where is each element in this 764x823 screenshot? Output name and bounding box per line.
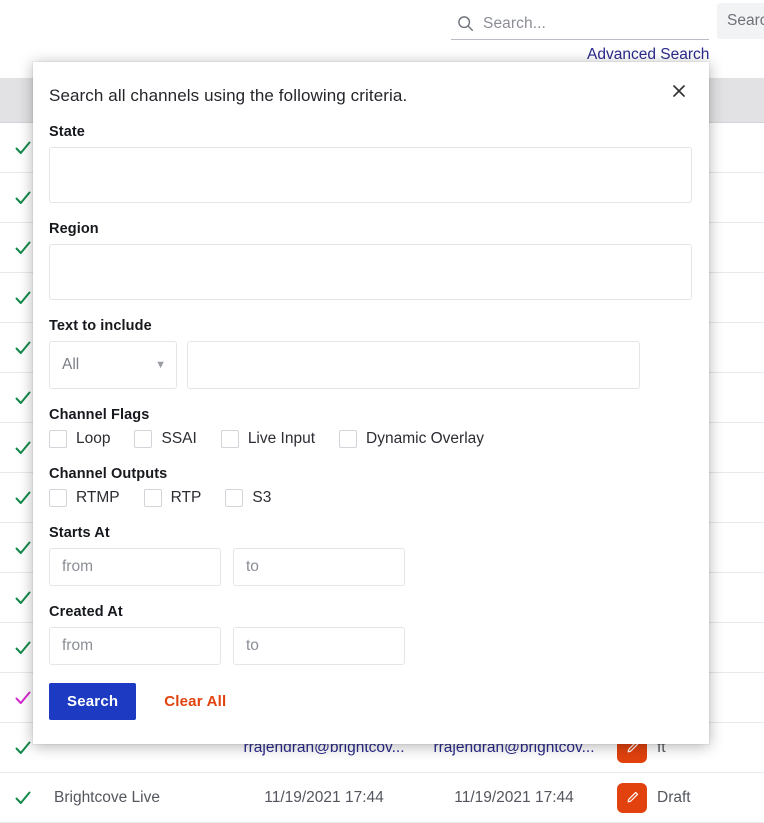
checkbox-icon[interactable] bbox=[221, 430, 239, 448]
checkbox-icon[interactable] bbox=[134, 430, 152, 448]
search-icon bbox=[457, 15, 474, 32]
row-updated-by: 11/19/2021 17:44 bbox=[229, 789, 419, 807]
close-icon[interactable] bbox=[669, 80, 691, 102]
check-green-icon[interactable] bbox=[0, 788, 46, 808]
checkbox-label: Dynamic Overlay bbox=[366, 430, 484, 448]
checkbox-label: Loop bbox=[76, 430, 110, 448]
search-input-placeholder[interactable]: Search... bbox=[483, 15, 546, 33]
region-label: Region bbox=[49, 221, 685, 237]
checkbox-icon[interactable] bbox=[49, 430, 67, 448]
checkbox-icon[interactable] bbox=[339, 430, 357, 448]
text-to-include-label: Text to include bbox=[49, 318, 685, 334]
modal-actions: Search Clear All bbox=[49, 683, 685, 720]
row-state-cell: Draft bbox=[609, 783, 764, 813]
starts-at-from-input[interactable] bbox=[49, 548, 221, 586]
text-to-include-select[interactable]: All ▼ bbox=[49, 341, 177, 389]
modal-clear-all-button[interactable]: Clear All bbox=[158, 692, 232, 711]
flag-dynamic-overlay[interactable]: Dynamic Overlay bbox=[339, 430, 484, 448]
search-submit-button[interactable]: Search bbox=[717, 3, 764, 39]
output-rtmp[interactable]: RTMP bbox=[49, 489, 120, 507]
text-to-include-select-value: All bbox=[62, 356, 79, 374]
flag-live-input[interactable]: Live Input bbox=[221, 430, 315, 448]
search-field[interactable]: Search... bbox=[451, 8, 709, 40]
checkbox-label: Live Input bbox=[248, 430, 315, 448]
checkbox-icon[interactable] bbox=[49, 489, 67, 507]
row-channel-name[interactable]: Brightcove Live bbox=[46, 789, 229, 807]
output-rtp[interactable]: RTP bbox=[144, 489, 202, 507]
created-at-to-input[interactable] bbox=[233, 627, 405, 665]
modal-search-button[interactable]: Search bbox=[49, 683, 136, 720]
advanced-search-modal: Search all channels using the following … bbox=[33, 62, 709, 744]
created-at-from-input[interactable] bbox=[49, 627, 221, 665]
checkbox-label: RTMP bbox=[76, 489, 120, 507]
channel-outputs-label: Channel Outputs bbox=[49, 466, 685, 482]
flag-ssai[interactable]: SSAI bbox=[134, 430, 196, 448]
starts-at-to-input[interactable] bbox=[233, 548, 405, 586]
created-at-label: Created At bbox=[49, 604, 685, 620]
output-s3[interactable]: S3 bbox=[225, 489, 271, 507]
status-badge: Draft bbox=[657, 789, 691, 807]
state-label: State bbox=[49, 124, 685, 140]
table-row[interactable]: Brightcove Live11/19/2021 17:4411/19/202… bbox=[0, 773, 764, 823]
state-input[interactable] bbox=[49, 147, 692, 203]
checkbox-label: S3 bbox=[252, 489, 271, 507]
chevron-down-icon: ▼ bbox=[155, 360, 166, 371]
top-search-bar: Search... Search Advanced Search bbox=[0, 0, 764, 64]
checkbox-label: RTP bbox=[171, 489, 202, 507]
channel-flags-label: Channel Flags bbox=[49, 407, 685, 423]
modal-title: Search all channels using the following … bbox=[49, 86, 685, 106]
region-input[interactable] bbox=[49, 244, 692, 300]
flag-loop[interactable]: Loop bbox=[49, 430, 110, 448]
channel-flags-group: Loop SSAI Live Input Dynamic Overlay bbox=[49, 430, 685, 448]
text-to-include-input[interactable] bbox=[187, 341, 640, 389]
draft-pencil-icon[interactable] bbox=[617, 783, 647, 813]
checkbox-icon[interactable] bbox=[225, 489, 243, 507]
row-created-by: 11/19/2021 17:44 bbox=[419, 789, 609, 807]
checkbox-icon[interactable] bbox=[144, 489, 162, 507]
checkbox-label: SSAI bbox=[161, 430, 196, 448]
channel-outputs-group: RTMP RTP S3 bbox=[49, 489, 685, 507]
starts-at-label: Starts At bbox=[49, 525, 685, 541]
